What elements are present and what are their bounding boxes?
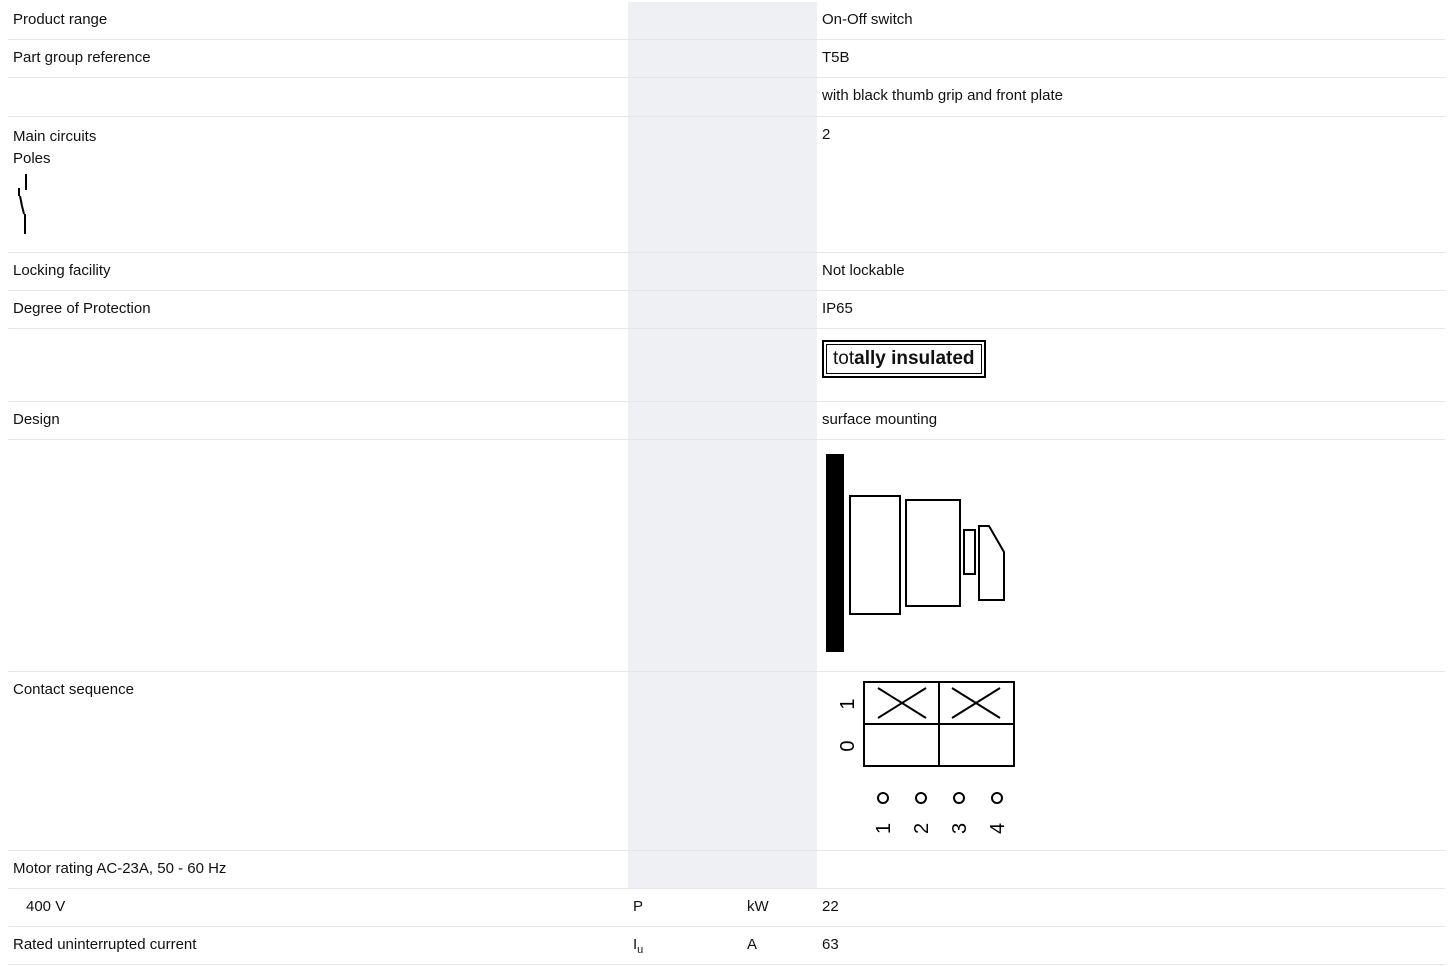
poles-label: Poles [13,150,51,167]
table-row: with black thumb grip and front plate [8,78,1445,117]
contact-number: 3 [949,823,971,834]
row-value-cell: totallyinsulated insulated [817,329,1445,401]
row-value: On-Off switch [822,11,913,28]
row-unit [742,402,817,439]
row-unit [742,672,817,850]
table-row [8,440,1445,672]
row-symbol [628,40,742,77]
row-label: Motor rating AC-23A, 50 - 60 Hz [13,860,227,877]
row-unit [742,440,817,671]
row-symbol [628,2,742,39]
position-label: 1 [837,698,859,709]
row-value [817,851,1445,888]
row-unit [742,117,817,252]
row-label: Part group reference [13,49,151,66]
row-label: Rated uninterrupted current [13,936,197,953]
row-symbol [628,253,742,290]
main-circuits-label: Main circuits [13,128,97,145]
row-unit [742,291,817,328]
table-row: Product range On-Off switch [8,2,1445,40]
contact-terminal-icon [953,792,965,804]
contact-number: 2 [911,823,933,834]
row-value: T5B [822,49,850,66]
row-unit [742,78,817,116]
datasheet-table: Product range On-Off switch Part group r… [8,2,1445,965]
row-label: Product range [13,11,108,28]
row-symbol [628,402,742,439]
contact-number: 1 [873,823,895,834]
row-value-cell: 1 0 1 2 3 4 [817,672,1445,850]
contact-terminal-icon [877,792,889,804]
row-label-cell: Main circuits Poles [8,117,628,252]
table-row: Main circuits Poles 2 [8,117,1445,253]
surface-mounting-drawing-icon [826,454,1005,652]
row-symbol [628,78,742,116]
table-row: Design surface mounting [8,402,1445,440]
row-unit [742,2,817,39]
row-symbol-subscript: u [637,944,644,956]
row-unit [742,851,817,888]
row-value: Not lockable [822,262,905,279]
row-symbol [628,329,742,401]
contact-number: 4 [987,823,1009,834]
row-label: Contact sequence [13,681,134,698]
row-symbol: P [628,889,742,926]
row-value: surface mounting [822,411,938,428]
row-symbol [628,672,742,850]
row-label: Design [13,411,60,428]
row-label [8,329,628,401]
row-label [8,78,628,116]
row-label [8,440,628,671]
badge-text-c-bold: insulated [885,348,975,369]
row-symbol-cell: Iu [628,927,742,964]
row-value: 22 [822,898,839,915]
contact-sequence-diagram: 1 0 1 2 3 4 [837,681,1015,834]
row-label: 400 V [26,898,66,915]
table-row: Degree of Protection IP65 [8,291,1445,329]
row-value: 63 [822,936,839,953]
row-unit [742,329,817,401]
row-label: Degree of Protection [13,300,151,317]
row-symbol [628,291,742,328]
row-unit [742,40,817,77]
row-value: IP65 [822,300,853,317]
pole-symbol-icon [18,174,27,234]
row-value: 2 [822,126,831,143]
row-unit: kW [742,889,817,926]
table-row: Locking facility Not lockable [8,253,1445,291]
row-symbol [628,440,742,671]
contact-terminal-icon [915,792,927,804]
badge-text-a: tot [833,348,855,369]
row-label: Locking facility [13,262,111,279]
table-row: Rated uninterrupted current Iu A 63 [8,927,1445,965]
table-row: Motor rating AC-23A, 50 - 60 Hz [8,851,1445,889]
row-unit [742,253,817,290]
badge-text-b: ally [854,348,886,369]
table-row: 400 V P kW 22 [8,889,1445,927]
row-unit: A [742,927,817,964]
row-value-cell [817,440,1445,671]
table-row: Part group reference T5B [8,40,1445,78]
row-symbol [628,851,742,888]
position-label: 0 [837,740,859,751]
table-row: totallyinsulated insulated [8,329,1445,402]
contact-terminal-icon [991,792,1003,804]
row-value: with black thumb grip and front plate [822,87,1063,104]
row-symbol [628,117,742,252]
totally-insulated-badge: totallyinsulated insulated [822,340,986,378]
table-row: Contact sequence 1 0 1 2 3 4 [8,672,1445,851]
